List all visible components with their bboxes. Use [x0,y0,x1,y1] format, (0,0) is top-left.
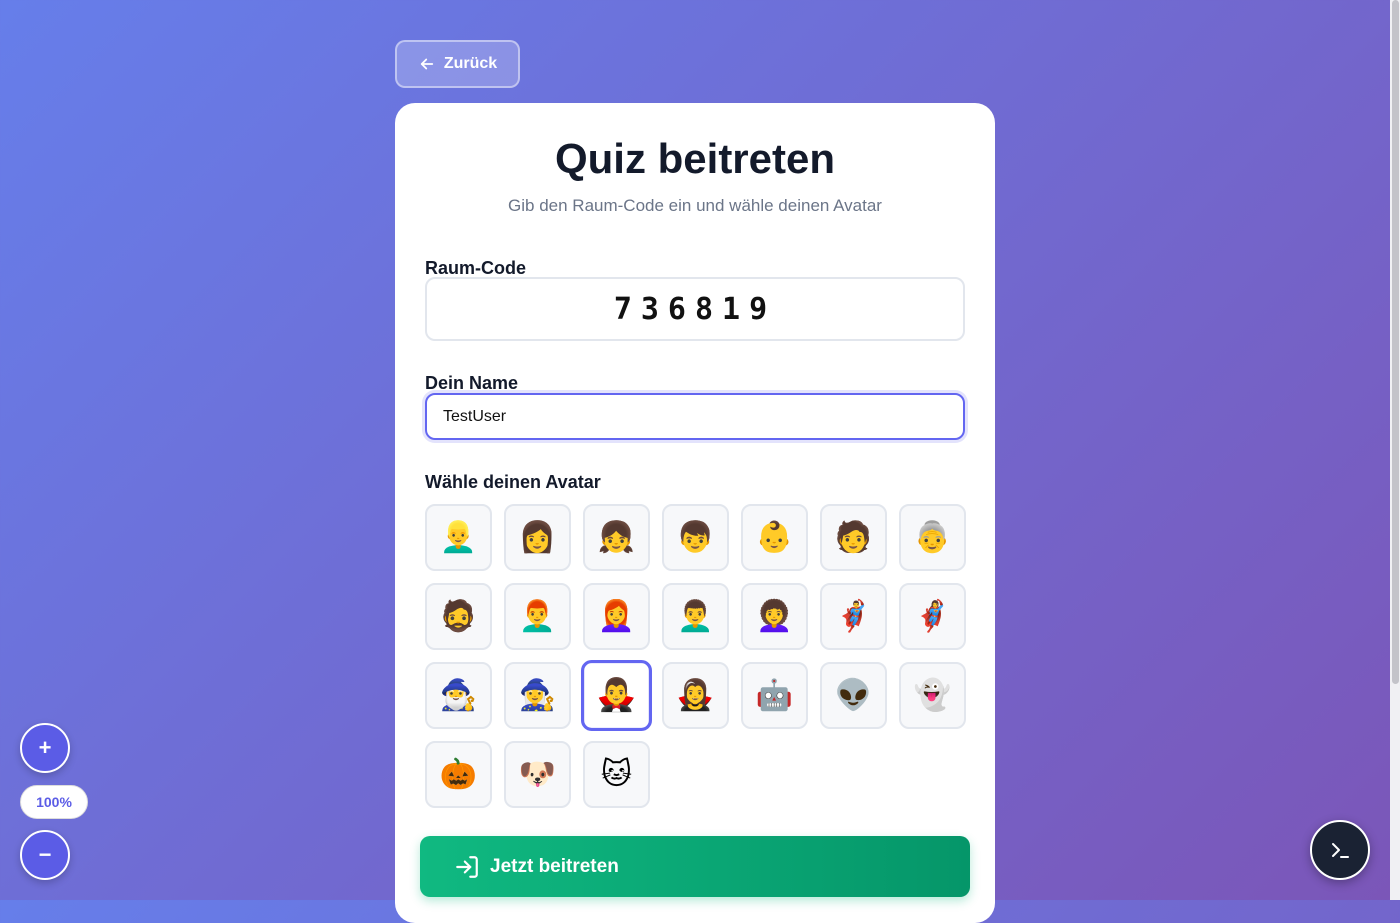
avatar-grid: 👱‍♂️ 👩 👧 👦 👶 🧑 👵 🧔 👨‍🦰 👩‍🦰 👨‍🦱 👩‍🦱 🦸‍♂️ 🦸‍♀️ 🧙‍♂️ 🧙‍♀️ 🧛… [425,504,966,808]
name-label: Dein Name [425,373,519,393]
avatar-person-button[interactable]: 🧑 [820,504,887,571]
join-card: Quiz beitreten Gib den Raum-Code ein und… [395,103,995,923]
avatar-bearded-man-emoji: 🧔 [439,599,478,633]
back-button-label: Zurück [443,55,498,72]
avatar-boy-emoji: 👦 [676,520,715,554]
room-code-value: 736819 [613,291,777,327]
avatar-bearded-man-button[interactable]: 🧔 [425,583,492,650]
avatar-baby-emoji: 👶 [755,520,794,554]
join-button-label: Jetzt beitreten [490,855,619,877]
avatar-superhero-woman-emoji: 🦸‍♀️ [913,599,952,633]
avatar-old-woman-emoji: 👵 [913,520,952,554]
avatar-curly-woman-button[interactable]: 👩‍🦱 [741,583,808,650]
avatar-woman-button[interactable]: 👩 [504,504,571,571]
scrollbar-thumb[interactable] [1392,0,1399,684]
avatar-girl-button[interactable]: 👧 [583,504,650,571]
avatar-ghost-button[interactable]: 👻 [899,662,966,729]
terminal-button[interactable] [1310,820,1370,880]
minus-icon: − [38,842,52,867]
avatar-cat-button[interactable]: 🐱 [583,741,650,808]
plus-icon: + [38,735,52,760]
avatar-curly-woman-emoji: 👩‍🦱 [755,599,794,633]
avatar-blond-man-button[interactable]: 👱‍♂️ [425,504,492,571]
back-button[interactable]: Zurück [395,40,520,88]
avatar-woman-emoji: 👩 [518,520,557,554]
avatar-wizard-button[interactable]: 🧙‍♂️ [425,662,492,729]
avatar-superhero-woman-button[interactable]: 🦸‍♀️ [899,583,966,650]
avatar-red-haired-woman-emoji: 👩‍🦰 [597,599,636,633]
avatar-dog-button[interactable]: 🐶 [504,741,571,808]
avatar-curly-man-button[interactable]: 👨‍🦱 [662,583,729,650]
avatar-person-emoji: 🧑 [834,520,873,554]
avatar-vampire-woman-emoji: 🧛‍♀️ [676,678,715,712]
avatar-witch-emoji: 🧙‍♀️ [518,678,557,712]
avatar-pumpkin-emoji: 🎃 [439,757,478,791]
avatar-vampire-woman-button[interactable]: 🧛‍♀️ [662,662,729,729]
avatar-label: Wähle deinen Avatar [425,472,601,492]
avatar-pumpkin-button[interactable]: 🎃 [425,741,492,808]
room-code-input[interactable]: 736819 [425,277,965,341]
terminal-icon [1332,843,1349,858]
avatar-robot-button[interactable]: 🤖 [741,662,808,729]
avatar-witch-button[interactable]: 🧙‍♀️ [504,662,571,729]
avatar-robot-emoji: 🤖 [755,678,794,712]
avatar-red-haired-man-emoji: 👨‍🦰 [518,599,557,633]
page-subtitle: Gib den Raum-Code ein und wähle deinen A… [508,196,882,215]
avatar-red-haired-woman-button[interactable]: 👩‍🦰 [583,583,650,650]
name-input[interactable]: TestUser [425,393,965,440]
login-icon [456,855,478,878]
avatar-wizard-emoji: 🧙‍♂️ [439,678,478,712]
room-code-label: Raum-Code [425,258,527,278]
arrow-left-icon [420,58,433,70]
avatar-blond-man-emoji: 👱‍♂️ [439,520,478,554]
zoom-level: 100% [20,785,88,819]
avatar-alien-emoji: 👽 [834,678,873,712]
zoom-out-button[interactable]: − [20,830,70,880]
avatar-old-woman-button[interactable]: 👵 [899,504,966,571]
avatar-curly-man-emoji: 👨‍🦱 [676,599,715,633]
avatar-vampire-man-emoji: 🧛‍♂️ [596,677,637,713]
avatar-vampire-man-button[interactable]: 🧛‍♂️ [580,659,653,732]
name-input-value: TestUser [443,407,507,425]
avatar-ghost-emoji: 👻 [913,678,952,712]
avatar-cat-emoji: 🐱 [600,757,633,791]
avatar-superhero-man-button[interactable]: 🦸‍♂️ [820,583,887,650]
join-button[interactable]: Jetzt beitreten [420,836,970,897]
page-title: Quiz beitreten [554,135,836,182]
avatar-alien-button[interactable]: 👽 [820,662,887,729]
avatar-boy-button[interactable]: 👦 [662,504,729,571]
avatar-superhero-man-emoji: 🦸‍♂️ [834,599,873,633]
avatar-girl-emoji: 👧 [597,520,636,554]
avatar-red-haired-man-button[interactable]: 👨‍🦰 [504,583,571,650]
avatar-dog-emoji: 🐶 [518,757,557,791]
zoom-in-button[interactable]: + [20,723,70,773]
avatar-baby-button[interactable]: 👶 [741,504,808,571]
